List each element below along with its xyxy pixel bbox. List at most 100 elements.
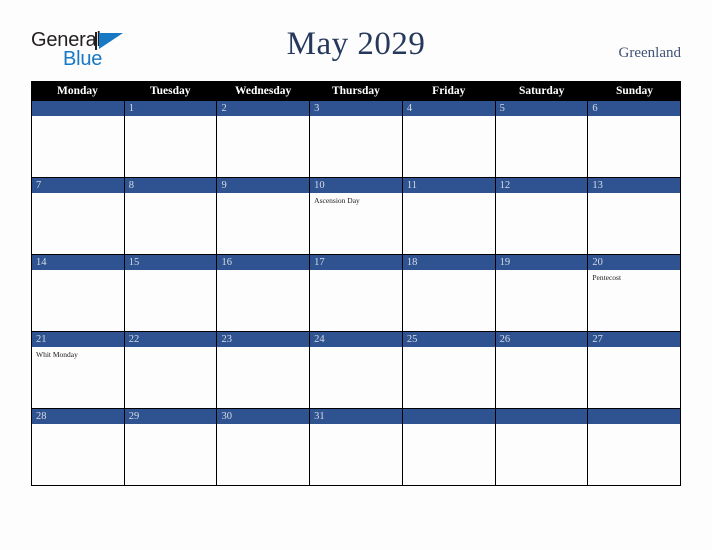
- date-number: 30: [221, 411, 232, 422]
- day-body: [32, 193, 124, 196]
- date-bar: 25: [402, 332, 495, 347]
- date-number: 18: [406, 257, 418, 268]
- day-cell[interactable]: 5: [495, 101, 589, 178]
- date-bar: 12: [495, 178, 588, 193]
- day-cell[interactable]: [32, 101, 125, 178]
- event-label: Whit Monday: [36, 350, 78, 359]
- calendar-week-row: 1 2 3 4 5 6: [31, 101, 682, 178]
- day-body: [217, 116, 309, 119]
- day-cell[interactable]: 25: [402, 332, 496, 409]
- day-cell[interactable]: 17: [310, 255, 403, 332]
- calendar-grid: Monday Tuesday Wednesday Thursday Friday…: [31, 81, 682, 486]
- day-body: [310, 270, 402, 273]
- day-cell[interactable]: 29: [124, 409, 218, 486]
- day-cell[interactable]: 23: [217, 332, 311, 409]
- day-body: Whit Monday: [32, 347, 124, 360]
- day-cell[interactable]: [402, 409, 496, 486]
- day-cell[interactable]: 18: [402, 255, 496, 332]
- day-cell[interactable]: 28: [32, 409, 125, 486]
- day-cell[interactable]: 20 Pentecost: [588, 255, 682, 332]
- day-body: [403, 193, 495, 196]
- date-bar: [402, 409, 495, 424]
- day-cell[interactable]: 11: [402, 178, 496, 255]
- day-cell[interactable]: 15: [124, 255, 218, 332]
- day-cell[interactable]: 8: [124, 178, 218, 255]
- date-bar: 17: [310, 255, 402, 270]
- day-cell[interactable]: 6: [588, 101, 682, 178]
- date-bar: 23: [217, 332, 310, 347]
- day-body: [32, 424, 124, 427]
- date-bar: 4: [402, 101, 495, 116]
- date-number: 14: [36, 257, 47, 268]
- day-cell[interactable]: 1: [124, 101, 218, 178]
- day-body: [125, 424, 217, 427]
- date-bar: 27: [588, 332, 681, 347]
- date-bar: 8: [124, 178, 217, 193]
- day-cell[interactable]: 31: [310, 409, 403, 486]
- day-cell[interactable]: 30: [217, 409, 311, 486]
- weekday-header-monday: Monday: [56, 85, 98, 97]
- date-number: 16: [221, 257, 232, 268]
- calendar-week-row: 28 29 30 31: [31, 409, 682, 486]
- date-number: 13: [592, 180, 603, 191]
- date-number: 28: [36, 411, 47, 422]
- date-bar: 21: [32, 332, 124, 347]
- weekday-header-wednesday: Wednesday: [234, 85, 292, 97]
- day-body: [125, 193, 217, 196]
- day-body: [125, 270, 217, 273]
- day-cell[interactable]: 19: [495, 255, 589, 332]
- day-body: [125, 347, 217, 350]
- date-bar: [495, 409, 588, 424]
- date-number: 17: [314, 257, 325, 268]
- date-number: 20: [592, 257, 603, 268]
- date-number: 12: [499, 180, 511, 191]
- day-cell[interactable]: 27: [588, 332, 682, 409]
- day-body: [403, 270, 495, 273]
- day-cell[interactable]: 10 Ascension Day: [310, 178, 403, 255]
- date-number: 31: [314, 411, 325, 422]
- day-cell[interactable]: 7: [32, 178, 125, 255]
- date-bar: 9: [217, 178, 310, 193]
- day-cell[interactable]: 2: [217, 101, 311, 178]
- date-bar: 30: [217, 409, 310, 424]
- date-number: 7: [36, 180, 42, 191]
- page-title: May 2029: [286, 26, 426, 62]
- day-cell[interactable]: 9: [217, 178, 311, 255]
- date-number: 8: [128, 180, 134, 191]
- date-bar: 26: [495, 332, 588, 347]
- date-bar: 29: [124, 409, 217, 424]
- day-cell[interactable]: 24: [310, 332, 403, 409]
- day-cell[interactable]: [495, 409, 589, 486]
- calendar-week-row: 14 15 16 17 18 19 20 Pentecost: [31, 255, 682, 332]
- date-bar: 19: [495, 255, 588, 270]
- day-body: [403, 347, 495, 350]
- date-bar: 31: [310, 409, 402, 424]
- day-cell[interactable]: 16: [217, 255, 311, 332]
- day-cell[interactable]: 21 Whit Monday: [32, 332, 125, 409]
- day-body: [403, 116, 495, 119]
- day-body: [496, 116, 588, 119]
- day-body: [310, 116, 402, 119]
- day-cell[interactable]: 13: [588, 178, 682, 255]
- calendar-week-row: 21 Whit Monday 22 23 24 25 26 27: [31, 332, 682, 409]
- date-number: 21: [36, 334, 47, 345]
- weekday-header-friday: Friday: [432, 85, 466, 97]
- day-cell[interactable]: 3: [310, 101, 403, 178]
- day-cell[interactable]: 12: [495, 178, 589, 255]
- day-cell[interactable]: 4: [402, 101, 496, 178]
- date-number: 1: [128, 103, 134, 114]
- date-number: 29: [128, 411, 140, 422]
- day-cell[interactable]: 14: [32, 255, 125, 332]
- date-number: 26: [499, 334, 511, 345]
- day-body: [217, 347, 309, 350]
- day-cell[interactable]: [588, 409, 682, 486]
- day-cell[interactable]: 22: [124, 332, 218, 409]
- date-bar: [32, 101, 124, 116]
- date-number: 25: [406, 334, 418, 345]
- date-bar: 28: [32, 409, 124, 424]
- day-body: [588, 193, 680, 196]
- date-bar: 24: [310, 332, 402, 347]
- date-bar: 5: [495, 101, 588, 116]
- day-cell[interactable]: 26: [495, 332, 589, 409]
- day-body: [496, 347, 588, 350]
